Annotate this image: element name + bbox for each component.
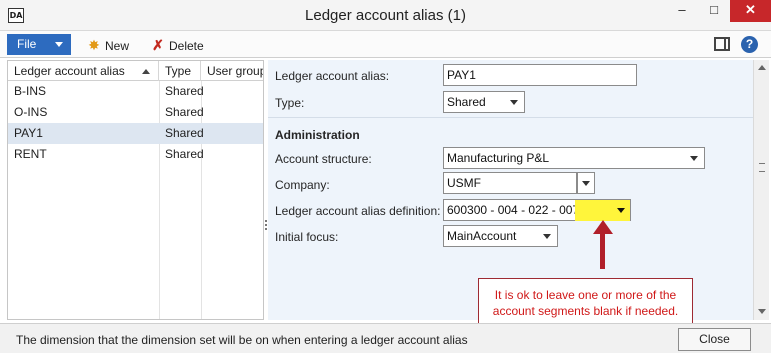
action-pane: File ✸ New ✗ Delete ? (0, 31, 771, 58)
title-bar: DA Ledger account alias (1) – □ ✕ (0, 0, 771, 31)
alias-label: Ledger account alias: (275, 69, 390, 83)
new-button-label: New (105, 39, 130, 53)
administration-heading: Administration (275, 128, 360, 142)
table-row-selected[interactable]: PAY1 Shared (8, 123, 263, 144)
type-select[interactable]: Shared (443, 91, 525, 113)
close-window-button[interactable]: ✕ (730, 0, 771, 22)
chevron-down-icon (690, 156, 698, 161)
sort-ascending-icon (142, 69, 150, 74)
empty-segment-highlight[interactable] (575, 200, 630, 221)
table-row[interactable]: RENT Shared (8, 144, 263, 165)
company-lookup-button[interactable] (577, 172, 595, 194)
cell-alias: PAY1 (14, 126, 43, 140)
vertical-scrollbar[interactable] (753, 60, 769, 320)
table-row[interactable]: O-INS Shared (8, 102, 263, 123)
scroll-up-icon[interactable] (758, 65, 766, 70)
alias-grid: Ledger account alias Type User group B-I… (7, 60, 264, 320)
annotation-callout: It is ok to leave one or more of the acc… (478, 278, 693, 326)
cell-type: Shared (165, 84, 204, 98)
company-input[interactable]: USMF (443, 172, 577, 194)
close-button[interactable]: Close (678, 328, 751, 351)
cell-type: Shared (165, 147, 204, 161)
initial-focus-value: MainAccount (447, 229, 517, 243)
window-title: Ledger account alias (1) (305, 7, 466, 24)
column-header-type[interactable]: Type (159, 61, 201, 81)
cell-alias: RENT (14, 147, 47, 161)
initial-focus-select[interactable]: MainAccount (443, 225, 558, 247)
cell-alias: O-INS (14, 105, 48, 119)
alias-input[interactable]: PAY1 (443, 64, 637, 86)
help-icon[interactable]: ? (741, 36, 758, 53)
cell-alias: B-INS (14, 84, 47, 98)
account-structure-label: Account structure: (275, 152, 372, 166)
chevron-down-icon (617, 208, 625, 213)
cell-type: Shared (165, 126, 204, 140)
minimize-button[interactable]: – (666, 0, 698, 22)
account-structure-select[interactable]: Manufacturing P&L (443, 147, 705, 169)
scroll-grip-icon (759, 163, 765, 172)
maximize-button[interactable]: □ (698, 0, 730, 22)
chevron-down-icon (55, 42, 63, 47)
delete-button-label: Delete (169, 39, 204, 53)
new-button[interactable]: ✸ New (86, 36, 129, 54)
grid-header: Ledger account alias Type User group (8, 61, 263, 81)
account-structure-value: Manufacturing P&L (447, 151, 550, 165)
file-menu-button[interactable]: File (7, 34, 71, 55)
delete-button[interactable]: ✗ Delete (150, 36, 204, 54)
alias-definition-label: Ledger account alias definition: (275, 204, 441, 218)
table-row[interactable]: B-INS Shared (8, 81, 263, 102)
column-header-user-group[interactable]: User group (201, 61, 263, 81)
column-header-alias-label: Ledger account alias (14, 64, 125, 78)
column-header-alias[interactable]: Ledger account alias (8, 61, 159, 81)
file-menu-label: File (17, 37, 37, 51)
section-divider (268, 117, 753, 118)
chevron-down-icon (510, 100, 518, 105)
initial-focus-label: Initial focus: (275, 230, 339, 244)
annotation-arrow-shaft (600, 232, 605, 269)
chevron-down-icon (543, 234, 551, 239)
type-select-value: Shared (447, 95, 486, 109)
status-bar: The dimension that the dimension set wil… (0, 323, 771, 353)
status-text: The dimension that the dimension set wil… (16, 333, 468, 347)
scroll-down-icon[interactable] (758, 309, 766, 314)
type-label: Type: (275, 96, 305, 110)
delete-icon: ✗ (152, 37, 164, 53)
company-label: Company: (275, 178, 330, 192)
new-icon: ✸ (88, 37, 100, 53)
layout-toggle-icon[interactable] (714, 37, 730, 51)
cell-type: Shared (165, 105, 204, 119)
chevron-down-icon (582, 181, 590, 186)
